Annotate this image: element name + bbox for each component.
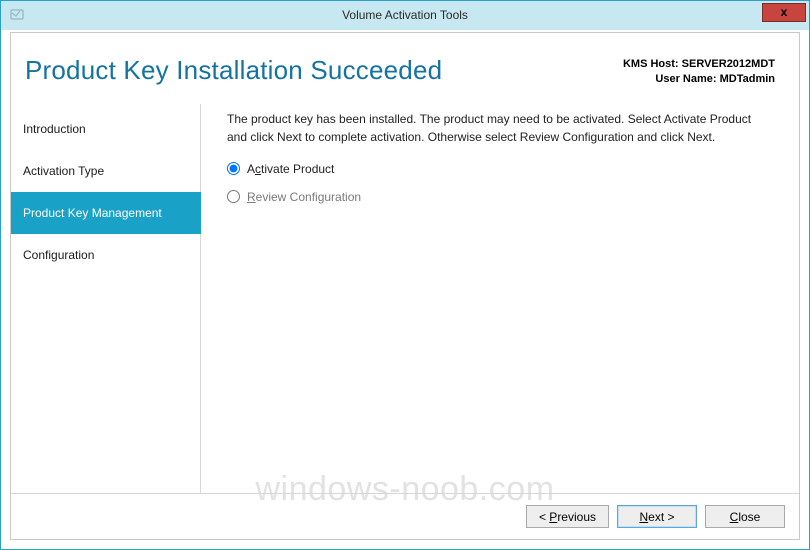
window-frame: Volume Activation Tools x Product Key In…: [0, 0, 810, 550]
kms-host-label: KMS Host:: [623, 58, 679, 70]
wizard-sidebar: Introduction Activation Type Product Key…: [11, 104, 201, 493]
window-title: Volume Activation Tools: [1, 8, 809, 22]
next-button[interactable]: Next >: [617, 505, 697, 528]
kms-host-value: SERVER2012MDT: [682, 58, 775, 70]
page-header: Product Key Installation Succeeded KMS H…: [11, 33, 799, 104]
client-area: Product Key Installation Succeeded KMS H…: [10, 32, 800, 540]
radio-review-configuration[interactable]: [227, 190, 240, 203]
radio-activate-product[interactable]: [227, 162, 240, 175]
close-icon: x: [781, 5, 788, 19]
user-name-value: MDTadmin: [720, 73, 775, 85]
option-review-configuration[interactable]: Review Configuration: [227, 188, 777, 206]
close-window-button[interactable]: x: [762, 3, 806, 22]
sidebar-item-activation-type[interactable]: Activation Type: [11, 150, 201, 192]
previous-button[interactable]: < Previous: [526, 505, 609, 528]
titlebar[interactable]: Volume Activation Tools x: [1, 1, 809, 30]
option-activate-product[interactable]: Activate Product: [227, 160, 777, 178]
system-menu-icon[interactable]: [9, 7, 25, 23]
page-title: Product Key Installation Succeeded: [25, 55, 442, 86]
sidebar-item-product-key-management[interactable]: Product Key Management: [11, 192, 201, 234]
close-button[interactable]: Close: [705, 505, 785, 528]
radio-activate-product-label: Activate Product: [247, 160, 334, 178]
sidebar-item-introduction[interactable]: Introduction: [11, 108, 201, 150]
host-info: KMS Host: SERVER2012MDT User Name: MDTad…: [623, 55, 775, 88]
radio-review-configuration-label: Review Configuration: [247, 188, 361, 206]
body-split: Introduction Activation Type Product Key…: [11, 104, 799, 493]
user-name-label: User Name:: [655, 73, 716, 85]
content-pane: The product key has been installed. The …: [201, 104, 799, 493]
sidebar-item-configuration[interactable]: Configuration: [11, 234, 201, 276]
wizard-footer: < Previous Next > Close: [11, 493, 799, 539]
description-text: The product key has been installed. The …: [227, 110, 757, 146]
